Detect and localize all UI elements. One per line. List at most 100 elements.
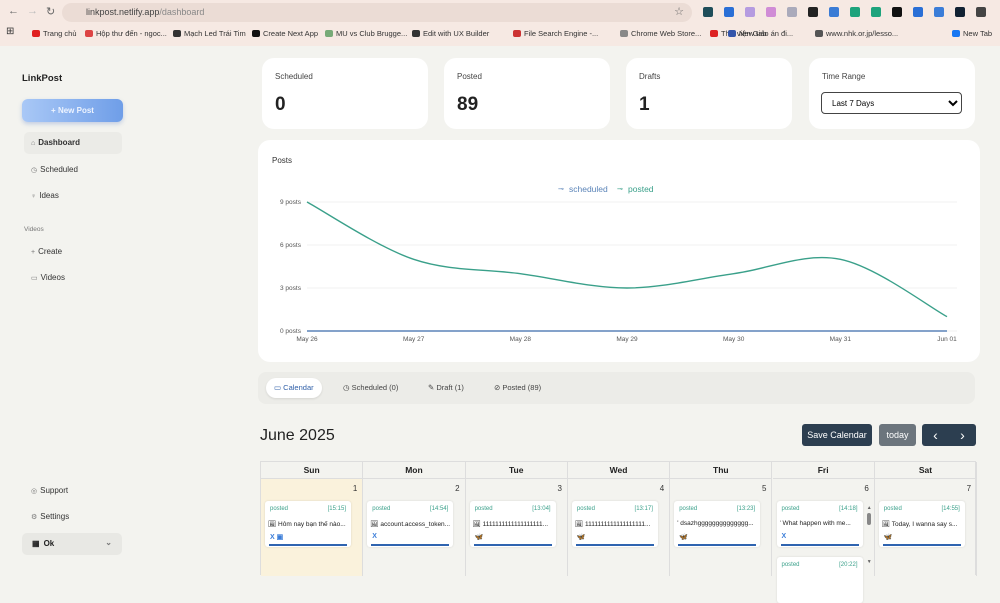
bookmark-icon <box>252 30 260 37</box>
bookmark-item[interactable]: Trang chủ <box>32 29 77 38</box>
extension-icon[interactable] <box>703 7 713 17</box>
workspace-selector[interactable]: ▦Ok⌄ <box>22 533 122 555</box>
event-text: 🖼 account.access_token... <box>370 520 452 528</box>
sidebar-item-create[interactable]: +Create <box>24 241 122 263</box>
video-icon: ▭ <box>31 275 38 282</box>
back-icon[interactable]: ← <box>8 5 19 17</box>
bookmark-item[interactable]: Edit with UX Builder <box>412 29 489 38</box>
extension-icon[interactable] <box>724 7 734 17</box>
calendar-event[interactable]: posted[13:04]🖼 1111111111111111111...🦋 <box>470 501 556 547</box>
extension-icon[interactable] <box>766 7 776 17</box>
calendar-event[interactable]: posted[14:54]🖼 account.access_token...X <box>367 501 453 547</box>
tab-draft[interactable]: ✎ Draft (1) <box>420 378 472 398</box>
extension-icon[interactable] <box>913 7 923 17</box>
calendar-day-cell[interactable]: 1posted[15:15]🖼 Hôm nay bạn thế nào...X … <box>261 479 363 576</box>
sidebar-item-ideas[interactable]: ♀Ideas <box>24 185 122 207</box>
sidebar-item-scheduled[interactable]: ◷Scheduled <box>24 159 122 181</box>
calendar-day-cell[interactable]: 4posted[13:17]🖼 1111111111111111111...🦋 <box>568 479 670 576</box>
extension-icon[interactable] <box>745 7 755 17</box>
sidebar-item-support[interactable]: ◎Support <box>24 480 122 502</box>
legend-scheduled[interactable]: scheduled <box>569 184 608 194</box>
calendar-day-cell[interactable]: 6posted[14:18]' What happen with me...Xp… <box>773 479 875 576</box>
clock-icon: ◷ <box>31 167 37 174</box>
new-post-button[interactable]: + New Post <box>22 99 123 122</box>
tab-label: Calendar <box>283 383 313 392</box>
bookmark-item[interactable]: Create Next App <box>252 29 318 38</box>
address-bar[interactable]: linkpost.netlify.app/dashboard☆ <box>62 3 692 22</box>
extension-icon[interactable] <box>892 7 902 17</box>
home-icon: ⌂ <box>31 140 35 147</box>
bookmark-label: New tab <box>739 29 767 38</box>
extension-icon[interactable] <box>829 7 839 17</box>
sidebar-item-videos[interactable]: ▭Videos <box>24 267 122 289</box>
bookmark-label: Create Next App <box>263 29 318 38</box>
save-calendar-button[interactable]: Save Calendar <box>802 424 872 446</box>
star-icon[interactable]: ☆ <box>674 5 684 18</box>
tab-label: Scheduled (0) <box>352 383 399 392</box>
calendar-icon: ▭ <box>274 383 283 392</box>
calendar-day-cell[interactable]: 3posted[13:04]🖼 1111111111111111111...🦋 <box>466 479 568 576</box>
tab-calendar[interactable]: ▭ Calendar <box>266 378 322 398</box>
calendar-event[interactable]: posted[20:22] <box>777 557 863 603</box>
bookmark-item[interactable]: Hộp thư đến - ngoc... <box>85 29 167 38</box>
sidebar-item-label: Ideas <box>39 191 59 200</box>
extension-icon[interactable] <box>808 7 818 17</box>
bookmark-item[interactable]: MU vs Club Brugge... <box>325 29 407 38</box>
bookmark-label: File Search Engine -... <box>524 29 598 38</box>
bookmark-item[interactable]: Chrome Web Store... <box>620 29 701 38</box>
stat-value: 89 <box>457 94 478 116</box>
extension-icon[interactable] <box>955 7 965 17</box>
extension-icon[interactable] <box>787 7 797 17</box>
event-status: posted <box>782 562 800 568</box>
extension-icon[interactable] <box>976 7 986 17</box>
cell-scrollbar[interactable]: ▲▼ <box>867 505 872 565</box>
bookmark-icon <box>513 30 521 37</box>
calendar-event[interactable]: posted[13:17]🖼 1111111111111111111...🦋 <box>572 501 658 547</box>
sidebar-item-label: Settings <box>40 512 69 521</box>
bookmark-item[interactable]: New Tab <box>952 29 992 38</box>
lightbulb-icon: ♀ <box>31 193 36 200</box>
calendar-event[interactable]: posted[13:23]' dsazhgggggggggggggg...🦋 <box>674 501 760 547</box>
apps-icon[interactable]: ⊞ <box>6 26 14 37</box>
extension-icon[interactable] <box>871 7 881 17</box>
bookmark-icon <box>412 30 420 37</box>
weekday-header: Fri <box>773 462 875 479</box>
extension-icon[interactable] <box>850 7 860 17</box>
calendar-event[interactable]: posted[14:18]' What happen with me...X <box>777 501 863 547</box>
bookmark-label: Chrome Web Store... <box>631 29 701 38</box>
extension-icon[interactable] <box>934 7 944 17</box>
today-button[interactable]: today <box>879 424 916 446</box>
calendar-event[interactable]: posted[15:15]🖼 Hôm nay bạn thế nào...X ▣ <box>265 501 351 547</box>
sidebar-item-settings[interactable]: ⚙Settings <box>24 506 122 528</box>
event-text: ' What happen with me... <box>780 520 862 527</box>
calendar-event[interactable]: posted[14:55]🖼 Today, I wanna say s...🦋 <box>879 501 965 547</box>
app-logo: LinkPost <box>22 73 62 84</box>
bookmark-label: www.nhk.or.jp/lesso... <box>826 29 898 38</box>
forward-icon[interactable]: → <box>27 5 38 17</box>
calendar-day-cell[interactable]: 2posted[14:54]🖼 account.access_token...X <box>363 479 465 576</box>
weekday-header: Sat <box>875 462 977 479</box>
sidebar-item-dashboard[interactable]: ⌂Dashboard <box>24 132 122 154</box>
tab-scheduled[interactable]: ◷ Scheduled (0) <box>335 378 406 398</box>
legend-icon[interactable]: ⊸ <box>617 186 623 193</box>
legend-icon[interactable]: ⊸ <box>558 186 564 193</box>
stat-value: 1 <box>639 94 650 116</box>
bookmark-label: MU vs Club Brugge... <box>336 29 407 38</box>
weekday-header: Mon <box>363 462 465 479</box>
calendar-day-cell[interactable]: 7posted[14:55]🖼 Today, I wanna say s...🦋 <box>875 479 977 576</box>
y-tick-label: 0 posts <box>280 328 302 335</box>
bookmark-item[interactable]: www.nhk.or.jp/lesso... <box>815 29 898 38</box>
prev-month-button[interactable]: ‹ <box>922 424 949 446</box>
bookmark-item[interactable]: Mạch Led Trái Tim <box>173 29 246 38</box>
bookmark-item[interactable]: File Search Engine -... <box>513 29 598 38</box>
next-month-button[interactable]: › <box>949 424 976 446</box>
tab-posted[interactable]: ⊘ Posted (89) <box>486 378 549 398</box>
event-time: [13:23] <box>737 506 755 512</box>
legend-posted[interactable]: posted <box>628 184 654 194</box>
bookmark-item[interactable]: New tab <box>728 29 767 38</box>
calendar-day-cell[interactable]: 5posted[13:23]' dsazhgggggggggggggg...🦋 <box>670 479 772 576</box>
event-progress-bar <box>781 544 859 546</box>
reload-icon[interactable]: ↻ <box>46 5 55 18</box>
event-text: 🖼 Hôm nay bạn thế nào... <box>268 520 350 528</box>
time-range-select[interactable]: Last 7 Days <box>821 92 962 114</box>
